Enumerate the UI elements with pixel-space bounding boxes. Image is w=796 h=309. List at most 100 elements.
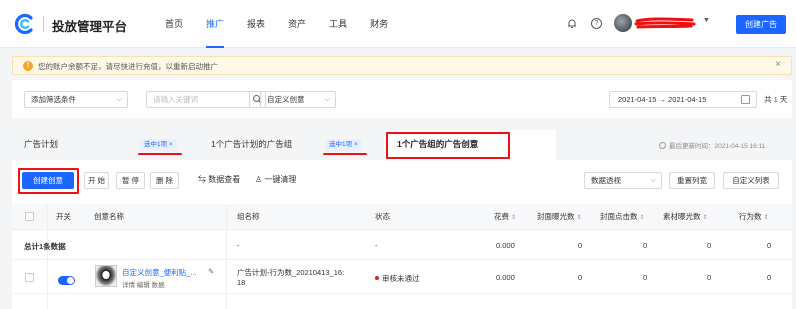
row-cost: 0.000 [496,273,515,282]
create-ad-button[interactable]: 创建广告 [736,15,786,34]
col-switch: 开关 [56,212,71,221]
sort-icon: ⇕ [511,215,517,221]
col-group-name: 组名称 [237,212,260,221]
total-label: 总计1条数据 [24,242,66,251]
nav-home[interactable]: 首页 [165,0,183,48]
last-update-text: 最后更新时间：2021-04-15 16:11 [669,143,766,150]
status-dot-icon [375,276,379,280]
redacted-username-scribble [634,17,696,29]
chevron-down-icon[interactable]: ▼ [703,17,710,24]
sort-icon: ⇕ [576,215,582,221]
edit-name-icon[interactable]: ✎ [208,267,214,276]
custom-creative-label: 自定义创意 [267,95,305,104]
plan-selected-chip[interactable]: 选中1项 × [140,139,177,151]
keyword-search-input[interactable]: 请输入关键词 [146,91,250,108]
pause-button[interactable]: 暂 停 [116,172,145,189]
col-actions[interactable]: 行为数 ⇕ [739,204,769,231]
help-icon[interactable]: ? [591,18,602,29]
status-toggle[interactable] [58,276,75,285]
annotation-box [386,132,510,159]
chevron-down-icon: ⌵ [324,96,330,103]
date-range-picker[interactable]: 2021-04-15 → 2021-04-15 [609,91,757,108]
col-material-impressions[interactable]: 素材曝光数 ⇕ [663,204,708,231]
sort-icon: ⇕ [639,215,645,221]
data-perspective-label: 数据透视 [591,176,621,185]
row-checkbox[interactable] [25,273,34,282]
row-actions: 0 [767,273,772,282]
chevron-down-icon: ⌵ [650,177,656,184]
row-material-impressions: 0 [707,273,712,282]
date-range-value: 2021-04-15 → 2021-04-15 [618,95,707,104]
avatar[interactable] [614,14,632,32]
swap-icon: ⇆ [198,175,206,184]
logo-icon [14,13,33,35]
col-cover-impressions-label: 封面曝光数 [537,212,575,221]
warning-text: 您的账户余额不足，请尽快进行充值，以重新启动推广 [38,62,218,71]
nav-promotion[interactable]: 推广 [206,0,225,48]
close-icon[interactable]: × [775,59,781,70]
custom-creative-select[interactable]: 自定义创意 ⌵ [260,91,336,108]
col-cost-label: 花费 [494,212,509,221]
group-selected-chip[interactable]: 选中1项 × [325,139,362,151]
row-action-links[interactable]: 详情 编辑 数据 [122,279,165,289]
select-all-checkbox[interactable] [25,212,34,221]
start-button[interactable]: 开 始 [84,172,109,189]
status-text: 审核未通过 [382,274,420,283]
col-cost[interactable]: 花费 ⇕ [494,204,516,231]
chevron-down-icon: ⌵ [116,96,122,103]
col-cover-clicks-label: 封面点击数 [600,212,638,221]
add-filter-label: 添加筛选条件 [31,95,76,104]
clock-icon [659,142,666,149]
warning-icon: ! [23,61,33,71]
filter-bar: 添加筛选条件 ⌵ 请输入关键词 自定义创意 ⌵ 2021-04-15 → 202… [12,80,792,118]
days-suffix: 天 [779,95,788,104]
data-view-button[interactable]: ⇆ 数据查看 [198,174,240,185]
col-cover-clicks[interactable]: 封面点击数 ⇕ [600,204,645,231]
col-actions-label: 行为数 [739,212,762,221]
total-status: - [375,241,378,250]
nav-finance[interactable]: 财务 [370,0,388,48]
col-status: 状态 [375,212,390,221]
group-name-line2: 18 [237,278,246,287]
col-material-impressions-label: 素材曝光数 [663,212,701,221]
day-count: 共 1 天 [764,94,787,105]
balance-warning-banner: ! 您的账户余额不足，请尽快进行充值，以重新启动推广 × [12,56,792,75]
days-number: 1 [773,95,778,104]
nav-assets[interactable]: 资产 [288,0,306,48]
custom-columns-button[interactable]: 自定义列表 [723,172,779,189]
data-perspective-select[interactable]: 数据透视 ⌵ [584,172,662,189]
total-cover-impressions: 0 [578,241,583,250]
nav-tools[interactable]: 工具 [329,0,347,48]
brand-divider [43,16,44,32]
nav-reports[interactable]: 报表 [247,0,265,48]
delete-button[interactable]: 删 除 [150,172,179,189]
annotation-underline [138,153,182,155]
creative-name-link[interactable]: 自定义创意_便利贴_... [122,267,197,278]
level-tabs: 广告计划 选中1项 × 1个广告计划的广告组 选中1项 × 1个广告组的广告创意… [12,128,792,160]
sort-icon: ⇕ [763,215,769,221]
data-view-label: 数据查看 [208,175,241,184]
calendar-icon [741,95,750,104]
user-icon: ♙ [255,175,263,184]
col-cover-impressions[interactable]: 封面曝光数 ⇕ [537,204,582,231]
creative-thumbnail[interactable] [95,265,117,287]
status-badge: 审核未通过 [375,273,420,284]
total-group: - [237,241,240,250]
last-update-time: 最后更新时间：2021-04-15 16:11 [659,140,765,150]
top-nav-bar: 投放管理平台 首页 推广 报表 资产 工具 财务 ? ▼ 创建广告 [0,0,796,48]
tab-ad-plan[interactable]: 广告计划 [24,128,58,160]
add-filter-select[interactable]: 添加筛选条件 ⌵ [24,91,128,108]
one-click-clear-button[interactable]: ♙ 一键清理 [255,174,296,185]
total-cover-clicks: 0 [643,241,648,250]
bell-icon[interactable] [567,18,577,29]
reset-column-width-button[interactable]: 重置列宽 [669,172,715,189]
table-total-row: 总计1条数据 - - 0.000 0 0 0 0 [12,230,792,260]
total-actions: 0 [767,241,772,250]
total-cost: 0.000 [496,241,515,250]
row-cover-impressions: 0 [578,273,583,282]
main-panel: 广告计划 选中1项 × 1个广告计划的广告组 选中1项 × 1个广告组的广告创意… [12,128,792,309]
tab-ad-group[interactable]: 1个广告计划的广告组 [211,128,292,160]
one-click-clear-label: 一键清理 [264,175,297,184]
annotation-box [18,168,79,194]
row-cover-clicks: 0 [643,273,648,282]
